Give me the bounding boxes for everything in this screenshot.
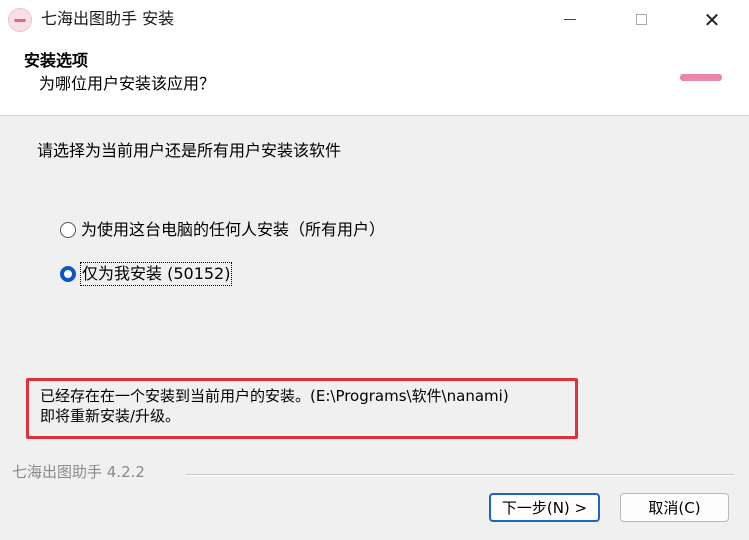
next-button[interactable]: 下一步(N) > (489, 493, 600, 522)
radio-current-user[interactable] (60, 266, 76, 282)
maximize-icon (635, 14, 647, 25)
title-bar: 七海出图助手 安装 ✕ (0, 0, 749, 39)
option-current-user[interactable]: 仅为我安装 (50152) (60, 262, 233, 286)
notice-line-2: 即将重新安装/升级。 (40, 407, 181, 425)
installer-brand: 七海出图助手 4.2.2 (12, 463, 145, 481)
cancel-button[interactable]: 取消(C) (620, 493, 729, 522)
header-panel: 安装选项 为哪位用户安装该应用？ (0, 39, 749, 116)
existing-install-notice: 已经存在在一个安装到当前用户的安装。(E:\Programs\软件\nanami… (26, 378, 578, 439)
window-title: 七海出图助手 安装 (41, 9, 175, 28)
install-scope-prompt: 请选择为当前用户还是所有用户安装该软件 (37, 141, 342, 160)
minimize-icon (564, 19, 576, 20)
app-logo-icon (8, 8, 32, 32)
close-button[interactable]: ✕ (680, 0, 744, 39)
close-icon: ✕ (703, 7, 721, 32)
maximize-button[interactable] (609, 0, 673, 39)
brand-logo-icon (680, 74, 722, 81)
option-current-user-label[interactable]: 仅为我安装 (50152) (79, 262, 233, 286)
page-subtitle: 为哪位用户安装该应用？ (39, 74, 216, 93)
option-all-users[interactable]: 为使用这台电脑的任何人安装（所有用户） (60, 219, 385, 241)
option-all-users-label[interactable]: 为使用这台电脑的任何人安装（所有用户） (81, 219, 385, 241)
page-title: 安装选项 (24, 51, 89, 70)
notice-line-1: 已经存在在一个安装到当前用户的安装。(E:\Programs\软件\nanami… (40, 387, 509, 405)
minimize-button[interactable] (538, 0, 602, 39)
footer-divider (186, 474, 734, 476)
notice-text: 已经存在在一个安装到当前用户的安装。(E:\Programs\软件\nanami… (40, 386, 509, 426)
radio-all-users[interactable] (60, 222, 76, 238)
